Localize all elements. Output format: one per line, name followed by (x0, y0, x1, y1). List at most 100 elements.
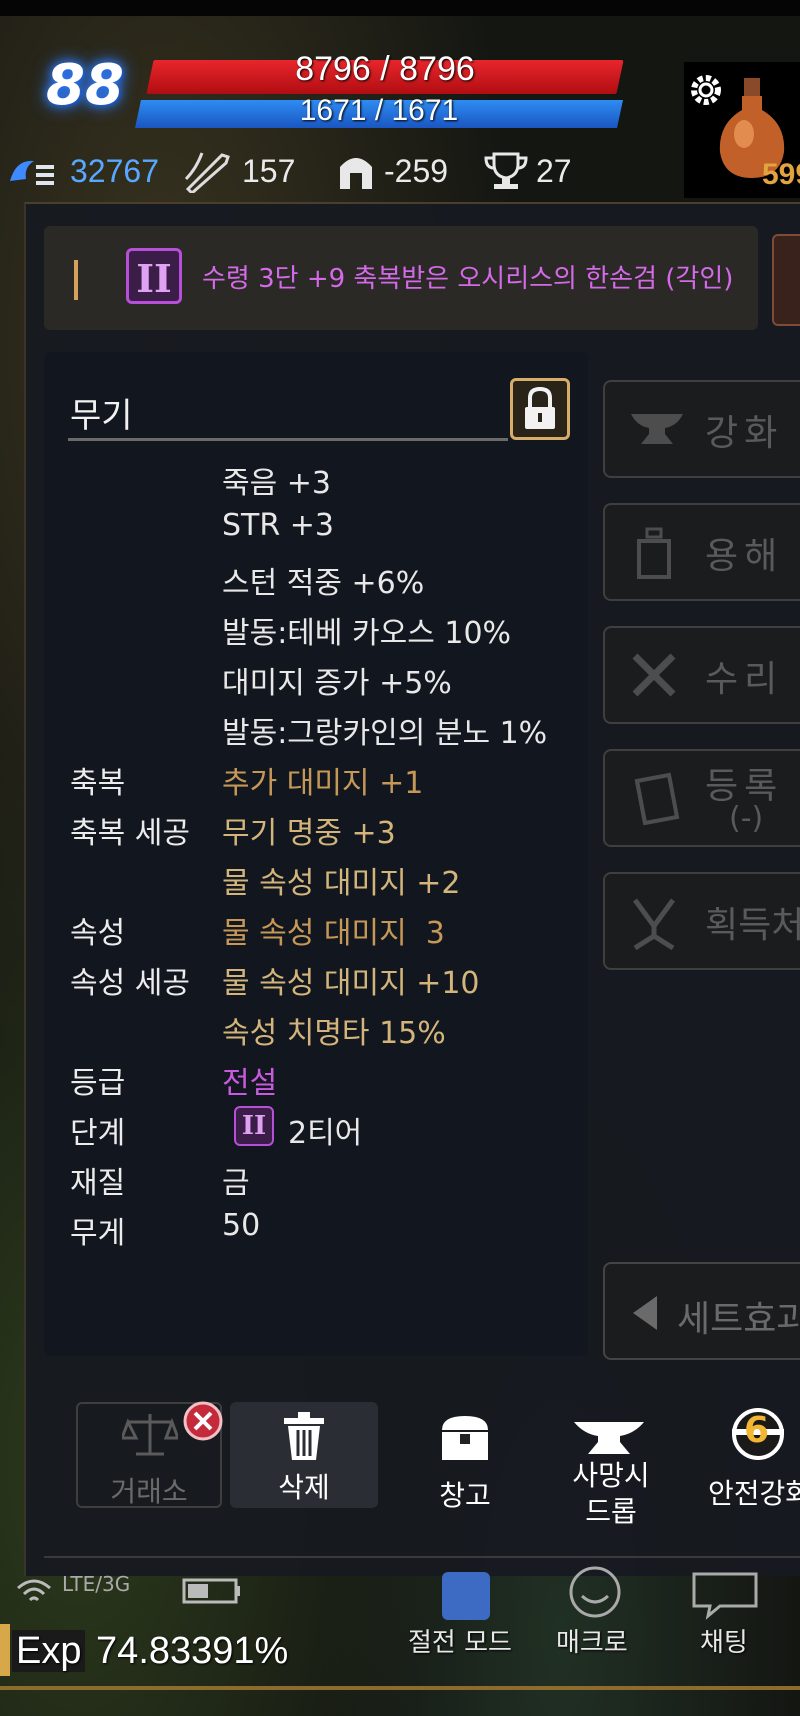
title-accent-bar (74, 260, 78, 300)
macro-icon[interactable] (560, 1566, 630, 1618)
sword-icon (184, 152, 230, 193)
macro-label[interactable]: 매크로 (556, 1622, 628, 1659)
exp-value: 74.83391% (96, 1630, 289, 1672)
power-save-label[interactable]: 절전 모드 (408, 1622, 512, 1659)
book-icon (634, 772, 680, 826)
delete-button[interactable]: 삭제 (230, 1402, 378, 1508)
grade-value: 전설 (222, 1066, 278, 1101)
item-name: 수령 3단 +9 축복받은 오시리스의 한손검 (각인) (202, 264, 734, 294)
ac-stat: 32767 (6, 146, 159, 196)
scales-icon (122, 1414, 178, 1456)
safe-enhance-badge: 6 (744, 1410, 770, 1451)
dialog-bottom-edge (44, 1556, 800, 1558)
hp-text: 8796 / 8796 (295, 50, 475, 88)
stage-label: 단계 (70, 1116, 126, 1151)
weight-label: 무게 (70, 1216, 126, 1251)
set-effect-label: 세트효과 (677, 1299, 800, 1340)
chat-label[interactable]: 채팅 (700, 1622, 748, 1659)
potion-count: 599 (762, 158, 800, 191)
acquire-button[interactable]: 획득처 (603, 872, 800, 970)
enhance-button[interactable]: 강화 (603, 380, 800, 478)
network-label: LTE/3G (62, 1572, 131, 1596)
safe-enhance-button[interactable]: 6 안전강화 (700, 1402, 800, 1510)
section-divider (68, 438, 508, 441)
helmet-icon (340, 158, 372, 189)
option-line: 스턴 적중 +6% (222, 566, 425, 601)
repair-label: 수리 (705, 659, 784, 700)
weight-value: 50 (222, 1208, 261, 1243)
set-effect-button[interactable]: 세트효과 (603, 1262, 800, 1360)
battery-icon (182, 1578, 240, 1604)
close-button[interactable] (772, 234, 800, 326)
repair-tools-icon (632, 653, 676, 697)
option-line: 죽음 +3 (222, 466, 331, 501)
exp-display: Exp 74.83391% (12, 1630, 288, 1673)
chest-icon (442, 1416, 488, 1460)
exp-label: Exp (12, 1630, 86, 1672)
section-title: 무기 (70, 396, 133, 436)
element-craft-value: 물 속성 대미지 +10 (222, 966, 480, 1001)
top-strip (0, 0, 800, 16)
blessing-value: 추가 대미지 +1 (222, 766, 424, 801)
acquire-label: 획득처 (705, 905, 800, 946)
disabled-x-icon (183, 1401, 223, 1441)
triangle-left-icon (633, 1296, 657, 1330)
anvil-icon (574, 1422, 644, 1454)
power-save-icon[interactable] (440, 1570, 492, 1622)
option-line: STR +3 (222, 508, 334, 543)
register-button[interactable]: 등록 (-) (603, 749, 800, 847)
grade-label: 등급 (70, 1066, 126, 1101)
wifi-icon (17, 1579, 51, 1602)
exchange-label: 거래소 (110, 1475, 188, 1508)
storage-label: 창고 (439, 1479, 491, 1512)
anvil-icon (631, 414, 683, 444)
delete-label: 삭제 (278, 1471, 330, 1504)
death-drop-label-1: 사망시 (572, 1459, 650, 1492)
player-level: 88 (46, 53, 124, 118)
element-label: 속성 (70, 916, 126, 951)
repair-button[interactable]: 수리 (603, 626, 800, 724)
attack-stat: 157 (182, 146, 295, 196)
attack-value: 157 (242, 153, 296, 189)
item-info-panel (44, 352, 588, 1356)
exp-marker (0, 1624, 10, 1676)
stage-value: 2티어 (288, 1116, 363, 1151)
trash-icon (284, 1412, 324, 1460)
mp-text: 1671 / 1671 (299, 94, 459, 127)
material-label: 재질 (70, 1166, 126, 1201)
tier-badge-icon: II (126, 248, 182, 304)
dissolve-button[interactable]: 용해 (603, 503, 800, 601)
death-drop-button[interactable]: 사망시 드롭 (556, 1402, 666, 1532)
defense-stat: -259 (336, 146, 448, 196)
bottle-icon (637, 527, 671, 579)
dissolve-label: 용해 (705, 536, 784, 577)
stat-row: 32767 157 -259 27 (0, 146, 680, 196)
blessing-label: 축복 (70, 766, 126, 801)
trophy-stat: 27 (484, 146, 572, 196)
blessing-craft-label: 축복 세공 (70, 816, 190, 851)
element-value: 물 속성 대미지 3 (222, 916, 445, 951)
acquire-icon (632, 898, 676, 951)
chat-icon[interactable] (690, 1570, 760, 1620)
death-drop-label-2: 드롭 (585, 1495, 637, 1528)
defense-value: -259 (384, 153, 449, 189)
tier-small-icon: II (234, 1106, 274, 1146)
element-craft-value: 속성 치명타 15% (222, 1016, 446, 1051)
option-line: 발동:그랑카인의 분노 1% (222, 716, 548, 751)
enhance-label: 강화 (705, 413, 784, 454)
lock-icon (525, 386, 555, 429)
register-sub-label: (-) (729, 801, 764, 836)
element-craft-label: 속성 세공 (70, 966, 190, 1001)
ac-value: 32767 (70, 153, 159, 189)
footer-gold-line (0, 1686, 800, 1690)
safe-enhance-label: 안전강화 (708, 1477, 800, 1510)
trophy-icon (484, 152, 528, 189)
blessing-craft-value: 무기 명중 +3 (222, 816, 396, 851)
storage-button[interactable]: 창고 (410, 1402, 520, 1512)
material-value: 금 (222, 1166, 250, 1201)
trophy-value: 27 (536, 153, 572, 189)
mana-wave-icon (10, 160, 54, 185)
lock-toggle[interactable] (510, 378, 570, 440)
blessing-craft-value: 물 속성 대미지 +2 (222, 866, 461, 901)
option-line: 대미지 증가 +5% (222, 666, 452, 701)
